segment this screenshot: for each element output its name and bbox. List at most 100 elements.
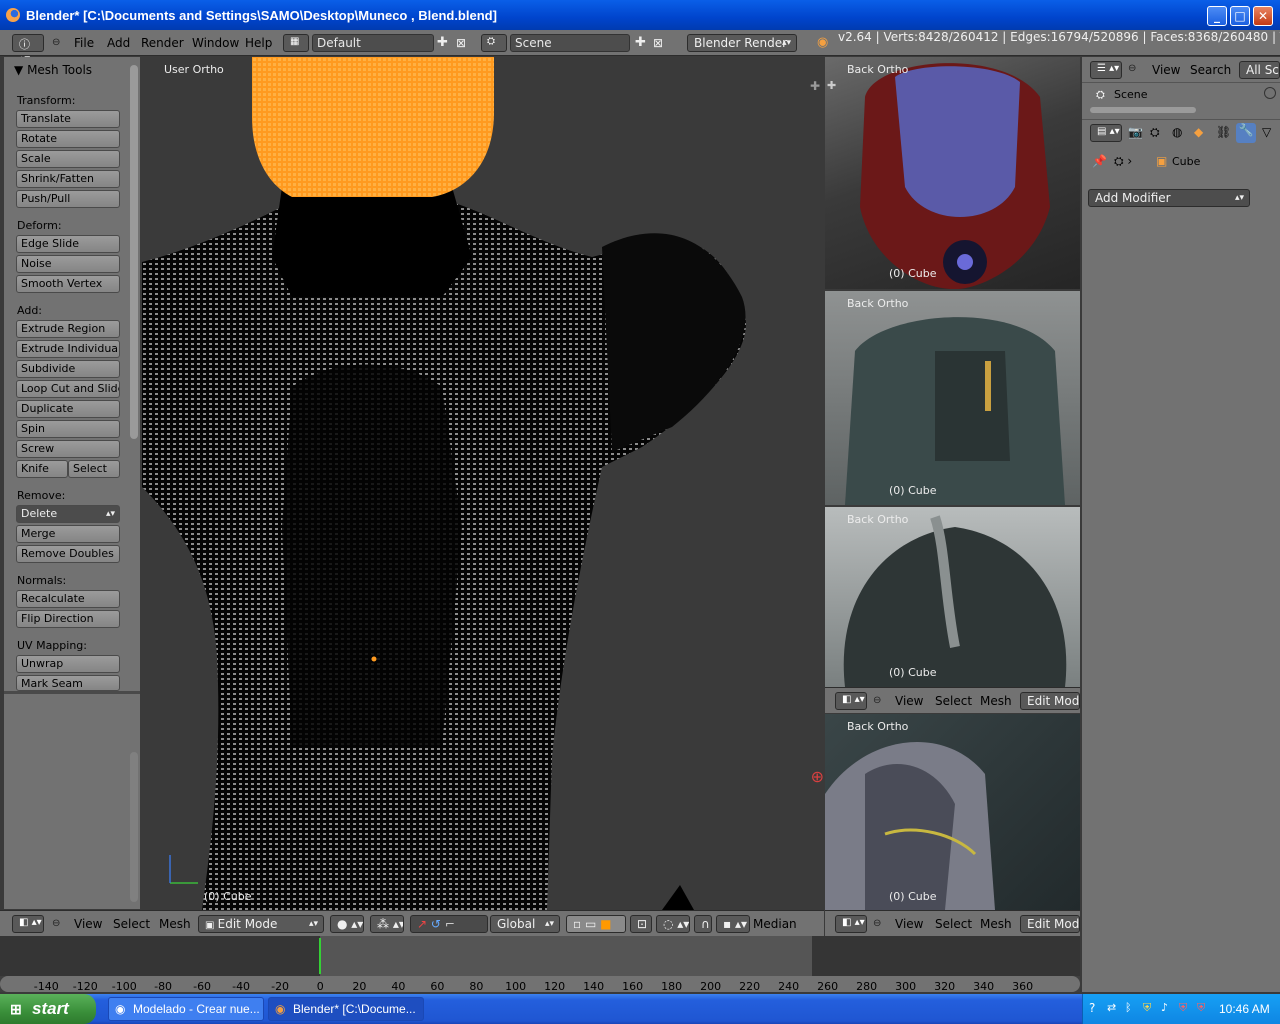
add-scene-icon[interactable]: ✚ [635,30,646,56]
snap-button[interactable]: ∩ [694,915,712,933]
edge-select-icon[interactable]: ▭ [585,917,596,931]
occlude-geometry-button[interactable]: ⊡ [630,915,652,933]
tool-props-scrollbar[interactable] [130,752,138,902]
pin-icon[interactable]: 📌 [1092,154,1107,168]
recalculate-button[interactable]: Recalculate [16,590,120,608]
taskbar-item-blender[interactable]: ◉ Blender* [C:\Docume... [268,997,424,1021]
reference-view-4[interactable]: Back Ortho (0) Cube [825,714,1080,910]
collapse-icon[interactable]: ⊖ [873,688,881,714]
mesh-tools-header[interactable]: ▼ Mesh Tools [14,63,92,77]
collapse-icon[interactable]: ⊖ [52,30,60,56]
menu-window[interactable]: Window [192,30,239,56]
close-icon[interactable]: ✕ [1253,6,1273,26]
remove-scene-icon[interactable]: ⊠ [653,30,663,56]
taskbar-item-chrome[interactable]: ◉ Modelado - Crear nue... [108,997,264,1021]
main-3d-viewport[interactable]: User Ortho (0) Cube ✚ ⊕ [142,57,824,910]
properties-editor-type-button[interactable]: ▤ ▴▾ [1090,124,1122,142]
render-tab-icon[interactable]: 📷 [1128,125,1143,139]
smooth-vertex-button[interactable]: Smooth Vertex [16,275,120,293]
scene-tab-icon[interactable]: ⛭ [1150,125,1160,140]
editor-type-button[interactable]: ◧ ▴▾ [12,915,44,933]
antivirus-icon[interactable]: ⛨ [1179,1001,1187,1015]
reference-view-1[interactable]: Back Ortho (0) Cube ✚ [825,57,1080,289]
timeline[interactable]: -140 -120 -100 -80 -60 -40 -20 0 20 40 60 80 100 120 1… [0,936,1080,993]
info-editor-type-button[interactable]: ⓘ ▴▾ [12,34,44,65]
start-button[interactable]: ⊞ start [0,994,96,1024]
face-select-icon[interactable]: ■ [600,917,611,931]
knife-button[interactable]: Knife [16,460,68,478]
proportional-edit-dropdown[interactable]: ◌ ▴▾ [656,915,690,933]
extrude-region-button[interactable]: Extrude Region [16,320,120,338]
bluetooth-icon[interactable]: ᛒ [1125,1001,1132,1014]
ref-select-menu-2[interactable]: Select [935,911,972,937]
shield-icon[interactable]: ⛨ [1143,1001,1151,1015]
snap-target-label[interactable]: Median [753,911,797,937]
ref-mesh-menu-2[interactable]: Mesh [980,911,1012,937]
noise-button[interactable]: Noise [16,255,120,273]
remove-doubles-button[interactable]: Remove Doubles [16,545,120,563]
mark-seam-button[interactable]: Mark Seam [16,675,120,691]
mode-dropdown[interactable]: ▣ Edit Mode ▴▾ [198,915,324,933]
unwrap-button[interactable]: Unwrap [16,655,120,673]
add-layout-icon[interactable]: ✚ [437,30,448,56]
ref-mesh-menu[interactable]: Mesh [980,688,1012,714]
visibility-icon[interactable] [1264,87,1276,99]
rotate-manipulator-icon[interactable]: ↺ [431,917,441,931]
ref-view-menu-2[interactable]: View [895,911,923,937]
outliner-search-menu[interactable]: Search [1190,63,1231,77]
outliner-view-menu[interactable]: View [1152,63,1180,77]
duplicate-button[interactable]: Duplicate [16,400,120,418]
layout-field[interactable]: Default [312,34,434,52]
manipulator-buttons[interactable]: ↗ ↺ ⌐ [410,915,488,933]
reference-view-2[interactable]: Back Ortho (0) Cube [825,291,1080,505]
ref-editor-type-button[interactable]: ◧ ▴▾ [835,692,867,710]
menu-add[interactable]: Add [107,30,130,56]
screw-button[interactable]: Screw [16,440,120,458]
security-alert-icon[interactable]: ⛨ [1197,1001,1205,1015]
ref-mode-dropdown-2[interactable]: Edit Mod [1020,915,1080,933]
menu-render[interactable]: Render [141,30,184,56]
scene-icon[interactable]: ⛭ [481,34,507,52]
outliner-editor-type-button[interactable]: ☰ ▴▾ [1090,61,1122,79]
tool-shelf-scrollbar[interactable] [130,65,138,439]
flip-direction-button[interactable]: Flip Direction [16,610,120,628]
collapse-icon[interactable]: ⊖ [52,911,60,937]
ref-view-menu[interactable]: View [895,688,923,714]
current-frame-marker[interactable] [319,938,321,974]
collapse-icon[interactable]: ⊖ [1128,63,1136,74]
ref-select-menu[interactable]: Select [935,688,972,714]
world-tab-icon[interactable]: ◍ [1172,125,1182,139]
scene-field[interactable]: Scene [510,34,630,52]
shading-dropdown[interactable]: ● ▴▾ [330,915,364,933]
reference-view-3[interactable]: Back Ortho (0) Cube [825,507,1080,687]
pivot-dropdown[interactable]: ⁂ ▴▾ [370,915,404,933]
viewport-split-icon[interactable]: ✚ [810,79,820,93]
merge-button[interactable]: Merge [16,525,120,543]
outliner-scrollbar[interactable] [1090,107,1196,113]
collapse-icon[interactable]: ⊖ [873,911,881,937]
constraints-tab-icon[interactable]: ⛓ [1216,125,1231,139]
vertex-select-icon[interactable]: ▫ [573,917,581,931]
add-modifier-dropdown[interactable]: Add Modifier ▴▾ [1088,189,1250,207]
select-mode-buttons[interactable]: ▫ ▭ ■ [566,915,626,933]
extrude-individual-button[interactable]: Extrude Individual [16,340,120,358]
edge-slide-button[interactable]: Edge Slide [16,235,120,253]
delete-dropdown[interactable]: Delete ▴▾ [16,505,120,523]
knife-select-button[interactable]: Select [68,460,120,478]
translate-button[interactable]: Translate [16,110,120,128]
subdivide-button[interactable]: Subdivide [16,360,120,378]
outliner-filter-dropdown[interactable]: All Sce [1239,61,1280,79]
render-engine-dropdown[interactable]: Blender Render ▴▾ [687,34,797,52]
help-icon[interactable]: ? [1089,1001,1095,1015]
screen-layout-icon[interactable]: ▦ [283,34,309,52]
select-menu[interactable]: Select [113,911,150,937]
clock[interactable]: 10:46 AM [1219,1002,1270,1016]
network-icon[interactable]: ⇄ [1107,1001,1116,1014]
outliner-row-scene[interactable]: ⛭ Scene [1082,85,1280,105]
ref1-split-icon[interactable]: ✚ [827,79,836,92]
translate-manipulator-icon[interactable]: ↗ [417,917,427,931]
shrink-fatten-button[interactable]: Shrink/Fatten [16,170,120,188]
menu-help[interactable]: Help [245,30,272,56]
modifiers-tab-icon[interactable]: 🔧 [1236,123,1256,143]
remove-layout-icon[interactable]: ⊠ [456,30,466,56]
